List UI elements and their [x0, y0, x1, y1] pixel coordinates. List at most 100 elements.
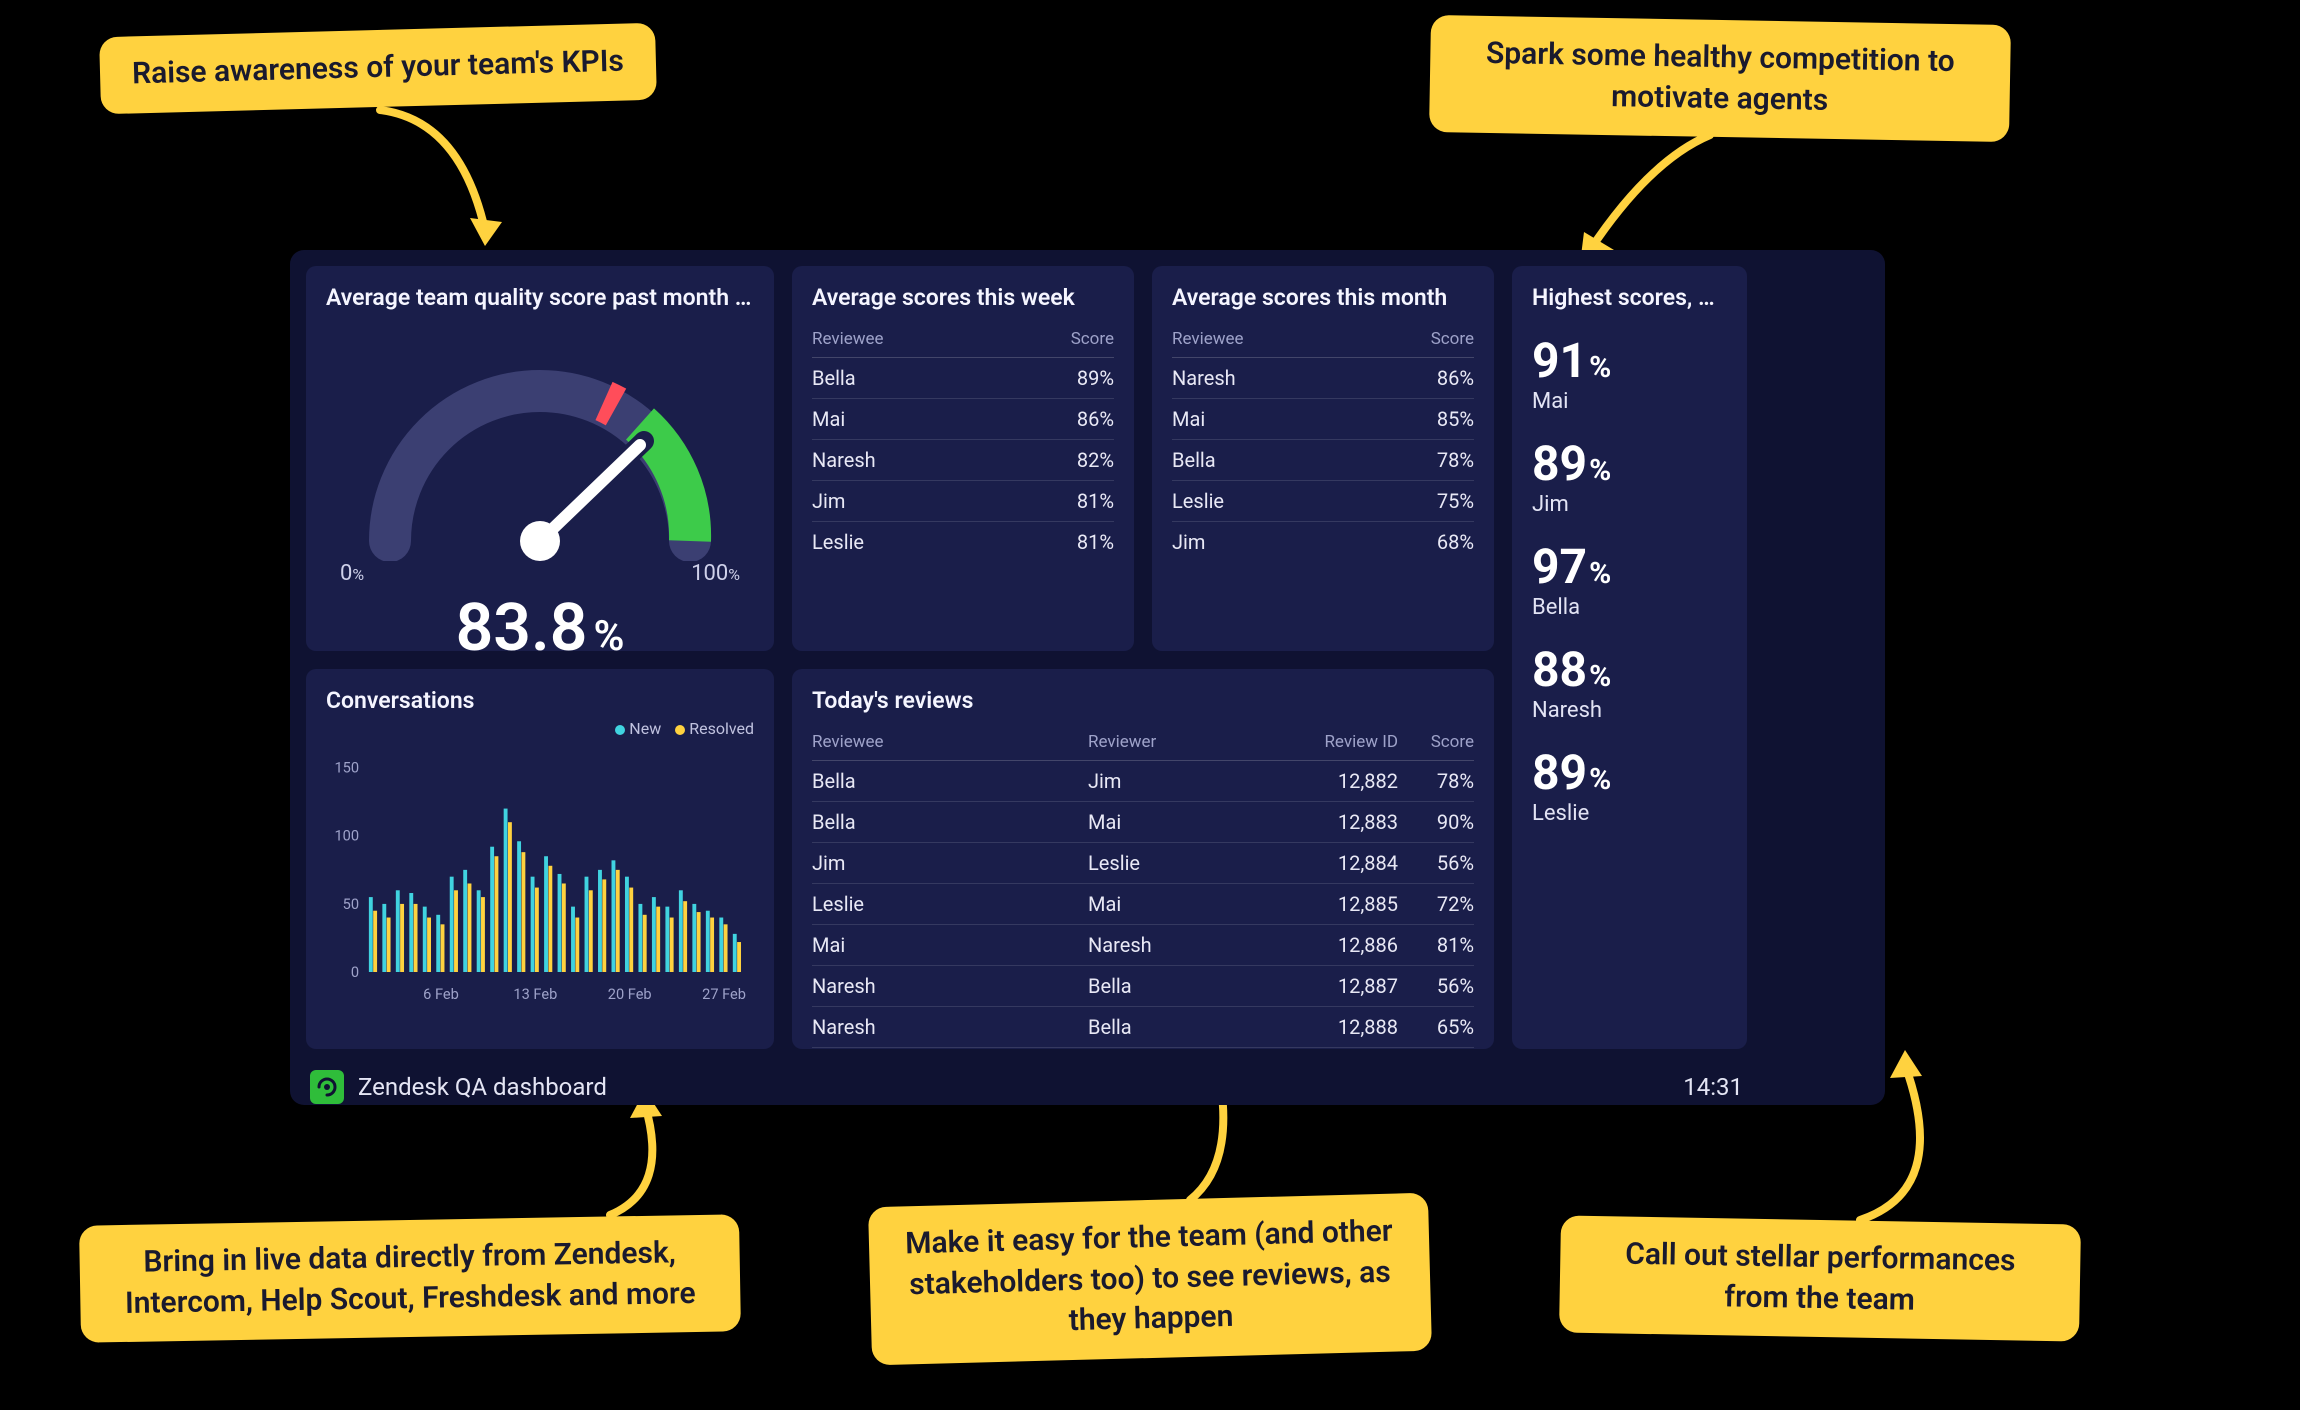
reviewer-name: Bella — [1088, 1015, 1258, 1039]
score-value: 88 — [1532, 641, 1587, 698]
score-value: 85% — [1398, 407, 1474, 431]
col-header-reviewer: Reviewer — [1088, 732, 1258, 752]
agent-name: Leslie — [1532, 801, 1727, 826]
table-row: Naresh86% — [1172, 358, 1474, 399]
score-value: 91 — [1532, 332, 1587, 389]
reviewee-name: Leslie — [812, 892, 1088, 916]
table-row: Bella89% — [812, 358, 1114, 399]
agent-name: Mai — [1532, 389, 1727, 414]
review-id: 12,887 — [1258, 974, 1398, 998]
highest-score-item: 91%Mai — [1532, 337, 1727, 414]
score-value: 72% — [1398, 892, 1474, 916]
review-id: 12,883 — [1258, 810, 1398, 834]
reviewee-name: Mai — [812, 407, 1038, 431]
conversations-title: Conversations — [326, 687, 754, 714]
conversations-card: Conversations New Resolved 1501005006 Fe… — [306, 669, 774, 1049]
reviewee-name: Bella — [812, 769, 1088, 793]
highest-score-item: 88%Naresh — [1532, 646, 1727, 723]
col-header-reviewee: Reviewee — [812, 732, 1088, 752]
svg-text:13 Feb: 13 Feb — [513, 985, 557, 1003]
score-value: 65% — [1398, 1015, 1474, 1039]
dashboard-footer: Zendesk QA dashboard 14:31 — [306, 1067, 1747, 1107]
table-row: BellaMai12,88390% — [812, 802, 1474, 843]
reviewee-name: Leslie — [812, 530, 1038, 554]
dashboard-name: Zendesk QA dashboard — [358, 1073, 607, 1101]
svg-text:0: 0 — [351, 963, 359, 981]
score-value: 56% — [1398, 851, 1474, 875]
scores-week-card: Average scores this week Reviewee Score … — [792, 266, 1134, 651]
clock: 14:31 — [1683, 1073, 1743, 1101]
table-row: Jim68% — [1172, 522, 1474, 562]
reviewer-name: Leslie — [1088, 851, 1258, 875]
col-header-score: Score — [1038, 329, 1114, 349]
svg-text:20 Feb: 20 Feb — [608, 985, 652, 1003]
highest-score-item: 89%Jim — [1532, 440, 1727, 517]
reviewee-name: Bella — [1172, 448, 1398, 472]
reviewee-name: Leslie — [1172, 489, 1398, 513]
reviewer-name: Naresh — [1088, 933, 1258, 957]
svg-text:50: 50 — [343, 895, 359, 913]
table-row: Naresh82% — [812, 440, 1114, 481]
reviewee-name: Jim — [812, 851, 1088, 875]
conversations-legend: New Resolved — [615, 719, 754, 738]
table-row: JimLeslie12,88456% — [812, 843, 1474, 884]
gauge-axis-labels: 0% 100% — [326, 561, 754, 586]
score-value: 81% — [1038, 530, 1114, 554]
svg-text:100: 100 — [334, 827, 359, 845]
table-row: NareshBella12,88865% — [812, 1007, 1474, 1048]
col-header-reviewee: Reviewee — [812, 329, 1038, 349]
table-row: NareshBella12,88756% — [812, 966, 1474, 1007]
table-row: LeslieMai12,88572% — [812, 884, 1474, 925]
gauge-card: Average team quality score past month 🎉 — [306, 266, 774, 651]
geckoboard-logo-icon — [310, 1070, 344, 1104]
reviewee-name: Naresh — [1172, 366, 1398, 390]
review-id: 12,888 — [1258, 1015, 1398, 1039]
reviewee-name: Mai — [812, 933, 1088, 957]
reviewee-name: Jim — [812, 489, 1038, 513]
agent-name: Bella — [1532, 595, 1727, 620]
reviewee-name: Naresh — [812, 974, 1088, 998]
score-value: 81% — [1038, 489, 1114, 513]
table-row: Leslie75% — [1172, 481, 1474, 522]
agent-name: Jim — [1532, 492, 1727, 517]
arrow-icon — [370, 100, 570, 260]
conversations-chart: 1501005006 Feb13 Feb20 Feb27 Feb — [326, 758, 754, 1011]
scores-month-title: Average scores this month — [1172, 284, 1474, 311]
table-row: Jim81% — [812, 481, 1114, 522]
score-value: 89 — [1532, 435, 1587, 492]
highest-scores-title: Highest scores, Fe... — [1532, 284, 1727, 311]
reviewer-name: Jim — [1088, 769, 1258, 793]
review-id: 12,885 — [1258, 892, 1398, 916]
col-header-reviewee: Reviewee — [1172, 329, 1398, 349]
table-row: BellaJim12,88278% — [812, 761, 1474, 802]
callout-reviews: Make it easy for the team (and other sta… — [868, 1193, 1432, 1365]
col-header-score: Score — [1398, 329, 1474, 349]
score-value: 86% — [1398, 366, 1474, 390]
score-value: 89% — [1038, 366, 1114, 390]
reviewer-name: Mai — [1088, 892, 1258, 916]
callout-stellar: Call out stellar performances from the t… — [1559, 1215, 2081, 1341]
score-value: 68% — [1398, 530, 1474, 554]
score-value: 89 — [1532, 744, 1587, 801]
table-row: Bella78% — [1172, 440, 1474, 481]
review-id: 12,882 — [1258, 769, 1398, 793]
col-header-score: Score — [1398, 732, 1474, 752]
todays-reviews-title: Today's reviews — [812, 687, 1474, 714]
reviewee-name: Naresh — [812, 1015, 1088, 1039]
reviewee-name: Bella — [812, 366, 1038, 390]
reviewee-name: Mai — [1172, 407, 1398, 431]
svg-text:6 Feb: 6 Feb — [423, 985, 459, 1003]
svg-text:27 Feb: 27 Feb — [702, 985, 746, 1003]
highest-score-item: 97%Bella — [1532, 543, 1727, 620]
scores-week-title: Average scores this week — [812, 284, 1114, 311]
score-value: 97 — [1532, 538, 1587, 595]
score-value: 86% — [1038, 407, 1114, 431]
callout-kpis: Raise awareness of your team's KPIs — [99, 23, 657, 114]
reviewer-name: Mai — [1088, 810, 1258, 834]
reviewer-name: Bella — [1088, 974, 1258, 998]
reviewee-name: Jim — [1172, 530, 1398, 554]
score-value: 75% — [1398, 489, 1474, 513]
score-value: 81% — [1398, 933, 1474, 957]
score-value: 56% — [1398, 974, 1474, 998]
highest-score-item: 89%Leslie — [1532, 749, 1727, 826]
